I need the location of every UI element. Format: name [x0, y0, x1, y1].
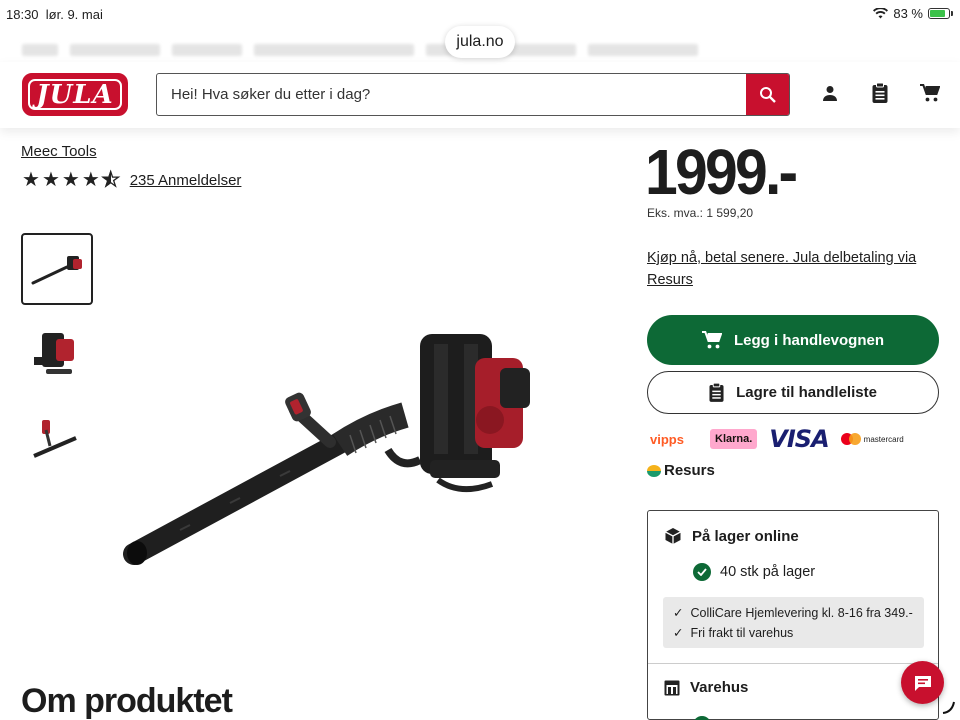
- star-icon: ★: [22, 169, 40, 191]
- shopping-list-icon: [709, 383, 724, 402]
- package-icon: [665, 528, 681, 544]
- account-icon[interactable]: [820, 82, 840, 104]
- add-to-cart-button[interactable]: Legg i handlevognen: [647, 315, 939, 365]
- save-to-list-button[interactable]: Lagre til handleliste: [647, 371, 939, 414]
- battery-percent: 83 %: [893, 6, 923, 21]
- chat-icon: [914, 675, 931, 691]
- checkmark-icon: ✓: [673, 606, 684, 620]
- store-stock-row: [693, 714, 893, 720]
- brand-link[interactable]: Meec Tools: [21, 143, 97, 160]
- check-icon: [693, 563, 711, 581]
- product-rating[interactable]: ★ ★ ★ ★ ★ 235 Anmeldelser: [22, 169, 242, 191]
- jula-logo[interactable]: JULA: [22, 73, 128, 116]
- half-star-icon: ★: [101, 169, 120, 191]
- divider: [648, 663, 938, 664]
- url-pill[interactable]: jula.no: [445, 26, 515, 58]
- pay-later-link[interactable]: Kjøp nå, betal senere. Jula delbetaling …: [647, 247, 937, 291]
- search-input[interactable]: [157, 74, 746, 115]
- product-price: 1999.-: [645, 136, 798, 208]
- star-icon: ★: [41, 169, 60, 191]
- search-button[interactable]: [746, 74, 789, 115]
- store-stock-title[interactable]: Varehus: [664, 679, 748, 696]
- shopping-list-icon[interactable]: [870, 82, 890, 104]
- resize-handle-icon[interactable]: [942, 700, 956, 714]
- battery-icon: [928, 8, 953, 19]
- visa-logo: VISA: [769, 425, 829, 453]
- chat-button[interactable]: [901, 661, 944, 704]
- status-right: 83 %: [873, 6, 953, 21]
- thumbnail-2[interactable]: [21, 317, 93, 389]
- check-icon: [693, 716, 711, 720]
- stock-panel: På lager online 40 stk på lager ✓ ColliCa…: [647, 510, 939, 720]
- breadcrumb: [22, 44, 698, 56]
- mastercard-logo: mastercard: [840, 433, 904, 445]
- wifi-icon: [873, 8, 889, 19]
- thumbnail-list: [21, 233, 93, 485]
- status-time: 18:30 lør. 9. mai: [6, 7, 103, 22]
- online-stock-title: På lager online: [664, 527, 799, 545]
- cart-icon[interactable]: [920, 82, 940, 104]
- cart-icon: [701, 331, 722, 349]
- delivery-option: ✓ Fri frakt til varehus: [673, 623, 914, 643]
- search-bar: [156, 73, 790, 116]
- thumbnail-3[interactable]: [21, 401, 93, 473]
- online-stock-qty: 40 stk på lager: [693, 563, 815, 581]
- payment-methods: vipps Klarna. VISA mastercard: [650, 425, 940, 453]
- delivery-info: ✓ ColliCare Hjemlevering kl. 8-16 fra 349…: [663, 597, 924, 648]
- vipps-logo: vipps: [650, 431, 684, 447]
- reviews-link[interactable]: 235 Anmeldelser: [130, 172, 242, 189]
- site-header: JULA: [0, 62, 960, 128]
- product-image[interactable]: [120, 320, 550, 580]
- klarna-logo: Klarna.: [710, 429, 758, 449]
- star-icon: ★: [81, 169, 100, 191]
- add-to-cart-label: Legg i handlevognen: [733, 331, 884, 349]
- checkmark-icon: ✓: [673, 626, 684, 640]
- star-icon: ★: [61, 169, 80, 191]
- price-ex-vat: Eks. mva.: 1 599,20: [647, 206, 754, 220]
- status-bar: 18:30 lør. 9. mai 83 %: [0, 0, 960, 28]
- about-heading: Om produktet: [21, 682, 233, 720]
- save-to-list-label: Lagre til handleliste: [736, 384, 877, 401]
- delivery-option: ✓ ColliCare Hjemlevering kl. 8-16 fra 349…: [673, 603, 914, 623]
- store-icon: [664, 680, 680, 695]
- resurs-logo: Resurs: [647, 462, 715, 479]
- thumbnail-1[interactable]: [21, 233, 93, 305]
- search-icon: [759, 86, 776, 103]
